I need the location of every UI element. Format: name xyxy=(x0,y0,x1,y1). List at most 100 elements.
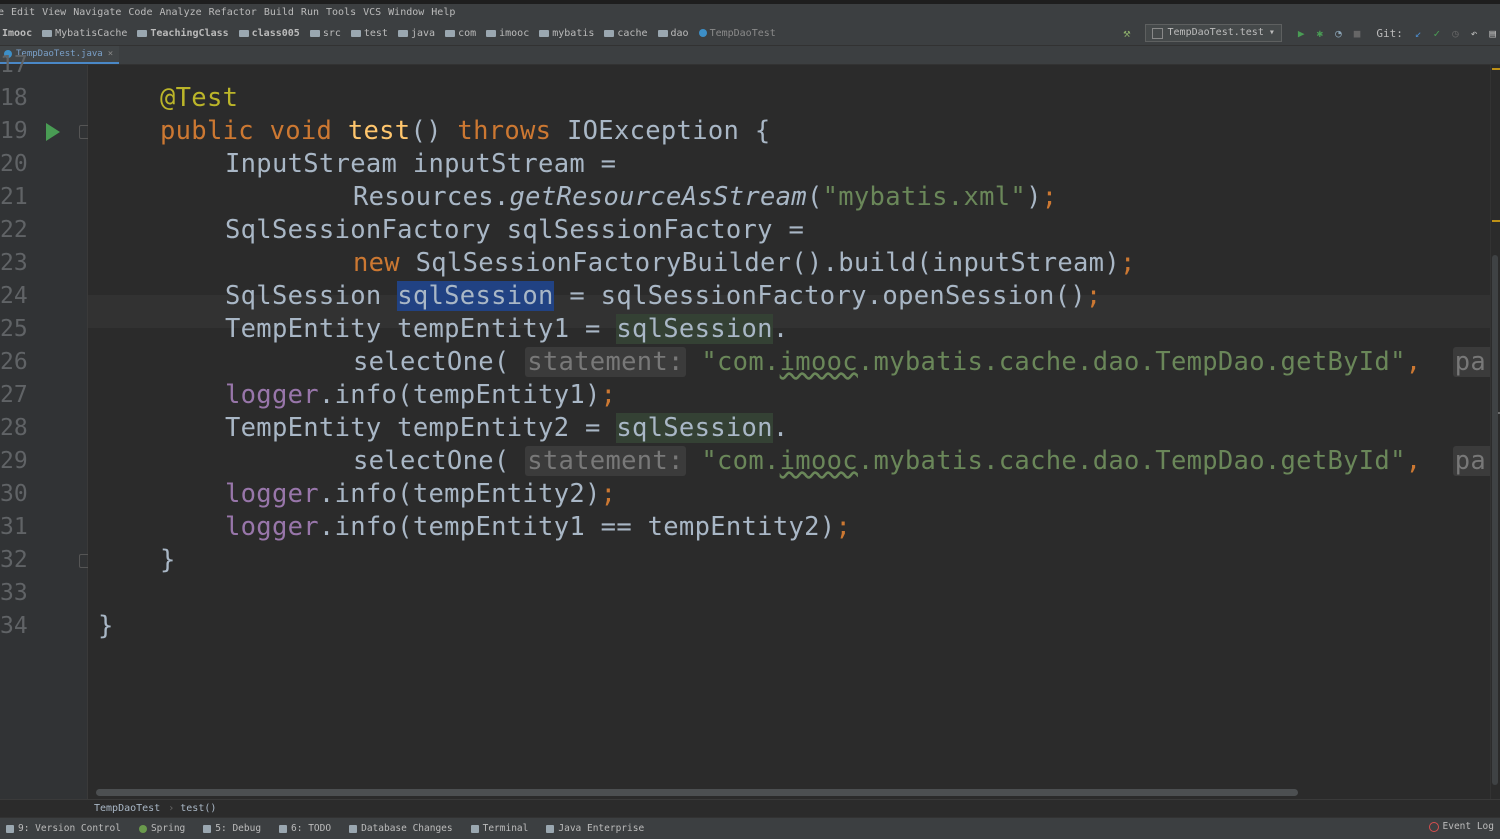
line-number: 32 xyxy=(0,547,28,573)
code-text: .info(tempEntity2) xyxy=(318,479,601,509)
menu-refactor[interactable]: Refactor xyxy=(209,7,264,18)
menu-code[interactable]: Code xyxy=(128,7,159,18)
run-test-gutter-icon[interactable] xyxy=(46,123,60,141)
folder-icon xyxy=(42,29,53,37)
tool-label: Database Changes xyxy=(361,823,453,834)
horizontal-scrollbar[interactable] xyxy=(96,789,1298,796)
code-line: InputStream inputStream = xyxy=(225,148,616,181)
breadcrumb-class[interactable]: TempDaoTest xyxy=(698,28,776,39)
folder-icon xyxy=(604,29,615,37)
tool-terminal[interactable]: Terminal xyxy=(470,823,528,834)
version-control-icon xyxy=(6,824,14,833)
comma: , xyxy=(1405,347,1438,377)
field-reference: logger xyxy=(225,380,319,410)
breadcrumb-folder[interactable]: TeachingClass xyxy=(137,28,229,39)
code-editor[interactable]: @Test public void test() throws IOExcept… xyxy=(88,65,1490,799)
stop-icon[interactable]: ■ xyxy=(1354,27,1361,40)
code-text: SqlSessionFactoryBuilder().build(inputSt… xyxy=(399,248,1120,278)
menu-run[interactable]: Run xyxy=(301,7,326,18)
code-line: logger.info(tempEntity1 == tempEntity2); xyxy=(225,511,851,544)
breadcrumb-folder[interactable]: class005 xyxy=(238,28,300,39)
menu-vcs[interactable]: VCS xyxy=(363,7,388,18)
menu-analyze[interactable]: Analyze xyxy=(159,7,208,18)
folder-icon xyxy=(486,29,497,37)
tool-spring[interactable]: Spring xyxy=(138,823,186,834)
line-number: 27 xyxy=(0,382,28,408)
editor-breadcrumb: TempDaoTest › test() xyxy=(0,799,1500,817)
tool-database-changes[interactable]: Database Changes xyxy=(349,823,453,834)
menu-tools[interactable]: Tools xyxy=(326,7,363,18)
breadcrumb-package[interactable]: com xyxy=(445,28,476,39)
selected-identifier[interactable]: sqlSession xyxy=(397,281,554,311)
menu-navigate[interactable]: Navigate xyxy=(73,7,128,18)
line-number: 25 xyxy=(0,316,28,342)
code-line: Resources.getResourceAsStream("mybatis.x… xyxy=(353,181,1057,214)
line-number: 22 xyxy=(0,217,28,243)
breadcrumb-module[interactable]: MybatisCache xyxy=(42,28,127,39)
tool-debug[interactable]: 5: Debug xyxy=(203,823,261,834)
code-text: ( xyxy=(806,182,823,212)
breadcrumb-label: test xyxy=(363,27,388,39)
menu-help[interactable]: Help xyxy=(431,7,462,18)
git-update-icon[interactable]: ↙ xyxy=(1415,27,1422,40)
tool-java-enterprise[interactable]: Java Enterprise xyxy=(546,823,644,834)
code-line: logger.info(tempEntity2); xyxy=(225,478,616,511)
vertical-scroll-thumb[interactable] xyxy=(1492,255,1498,785)
breadcrumb-package[interactable]: dao xyxy=(657,28,689,39)
code-line: SqlSession sqlSession = sqlSessionFactor… xyxy=(225,280,1102,313)
folder-icon xyxy=(657,29,668,37)
code-text: IOException { xyxy=(551,116,771,146)
menu-window[interactable]: Window xyxy=(388,7,431,18)
breadcrumb-folder[interactable]: test xyxy=(350,27,388,39)
menu-build[interactable]: Build xyxy=(264,7,301,18)
semicolon: ; xyxy=(600,479,617,509)
code-line: @Test xyxy=(160,82,238,115)
tool-version-control[interactable]: 9: Version Control xyxy=(6,823,121,834)
folder-icon xyxy=(445,29,456,37)
line-number: 24 xyxy=(0,283,28,309)
git-history-icon[interactable]: ◷ xyxy=(1452,27,1459,40)
string-literal: "mybatis.xml" xyxy=(822,182,1027,212)
breadcrumb-project[interactable]: Imooc xyxy=(2,28,32,39)
event-log-button[interactable]: Event Log xyxy=(1428,821,1494,832)
keyword: public xyxy=(160,116,254,146)
git-revert-icon[interactable]: ↶ xyxy=(1471,27,1478,40)
breadcrumb-folder[interactable]: src xyxy=(309,28,341,39)
run-configuration-dropdown[interactable]: TempDaoTest.test ▾ xyxy=(1144,24,1282,42)
run-config-icon xyxy=(1151,27,1163,39)
tool-todo[interactable]: 6: TODO xyxy=(279,823,331,834)
run-icon[interactable]: ▶ xyxy=(1298,27,1305,40)
project-structure-icon[interactable]: ▤ xyxy=(1489,27,1496,40)
tool-label: Spring xyxy=(150,823,186,834)
error-stripe-marker[interactable] xyxy=(1492,220,1500,222)
breadcrumb-package[interactable]: imooc xyxy=(486,28,529,39)
debug-icon[interactable]: ✱ xyxy=(1317,27,1324,40)
breadcrumb-method[interactable]: test() xyxy=(180,803,216,814)
close-icon[interactable]: × xyxy=(108,49,113,59)
breadcrumb-package[interactable]: cache xyxy=(604,27,648,39)
coverage-icon[interactable]: ◔ xyxy=(1335,27,1342,40)
java-enterprise-icon xyxy=(546,824,555,833)
line-number: 30 xyxy=(0,481,28,507)
git-commit-icon[interactable]: ✓ xyxy=(1434,27,1441,40)
identifier-usage: sqlSession xyxy=(616,314,773,344)
breadcrumb-package[interactable]: mybatis xyxy=(539,28,594,39)
terminal-icon xyxy=(470,824,479,833)
tool-label: 5: Debug xyxy=(215,823,262,834)
menu-view[interactable]: View xyxy=(42,7,73,18)
semicolon: ; xyxy=(1085,281,1102,311)
menu-file[interactable]: e xyxy=(0,7,11,18)
breadcrumb-folder[interactable]: java xyxy=(397,28,435,39)
line-number-gutter: 17 18 19 20 21 22 23 24 25 26 27 28 29 3… xyxy=(0,52,88,799)
code-text: selectOne( xyxy=(353,446,510,476)
closing-brace: } xyxy=(160,545,176,575)
breadcrumb-file[interactable]: TempDaoTest xyxy=(94,803,160,814)
menu-edit[interactable]: Edit xyxy=(11,7,42,18)
build-hammer-icon[interactable]: ⚒ xyxy=(1123,26,1130,40)
database-icon xyxy=(349,824,358,833)
breadcrumb-label: cache xyxy=(617,27,648,39)
line-number: 33 xyxy=(0,580,28,606)
code-text: . xyxy=(772,413,789,443)
folder-icon xyxy=(350,29,361,37)
error-stripe-marker[interactable] xyxy=(1492,68,1500,70)
